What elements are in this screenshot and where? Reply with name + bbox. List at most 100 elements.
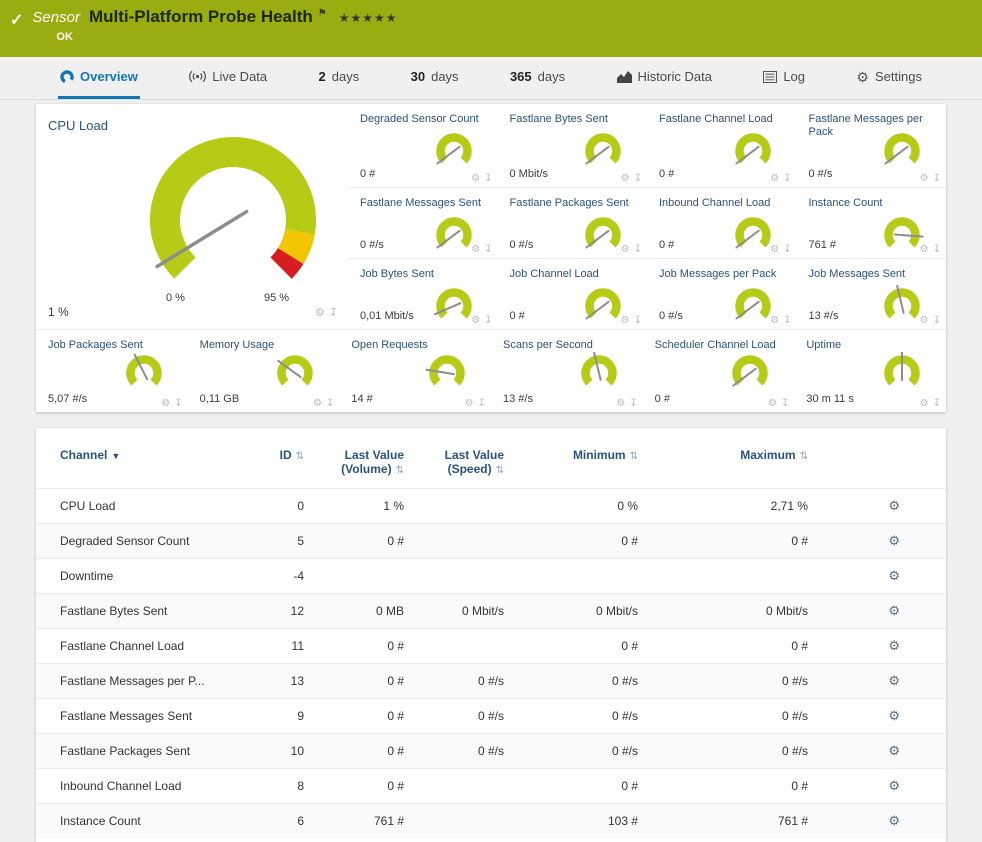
pin-icon[interactable]: ↧ <box>933 398 941 409</box>
gauge-cell: Fastlane Messages Sent0 #/s⚙↧ <box>348 188 498 259</box>
column-label: Last Value (Volume) <box>341 448 404 476</box>
channel-settings-icon[interactable]: ⚙ <box>888 568 900 583</box>
gauge-cell-cpu-load: CPU Load 0 % 95 % 1 % ⚙ ↧ <box>36 104 348 330</box>
pin-icon[interactable]: ↧ <box>329 306 338 319</box>
cell-actions: ⚙↧ <box>471 244 492 255</box>
tab-30-days[interactable]: 30 days <box>409 57 461 99</box>
column-header-minimum[interactable]: Minimum⇅ <box>516 428 666 489</box>
gauge <box>432 130 476 179</box>
gear-icon[interactable]: ⚙ <box>621 315 630 326</box>
pin-icon[interactable]: ↧ <box>783 315 791 326</box>
cell-volume: 0 # <box>316 664 416 699</box>
column-header-id[interactable]: ID⇅ <box>246 428 316 489</box>
cell-actions: ⚙ <box>836 559 946 594</box>
gear-icon[interactable]: ⚙ <box>465 398 474 409</box>
column-header-last-value-volume[interactable]: Last Value (Volume)⇅ <box>316 428 416 489</box>
tab-365-days[interactable]: 365 days <box>508 57 567 99</box>
pin-icon[interactable]: ↧ <box>783 173 791 184</box>
tab-historic-data[interactable]: Historic Data <box>615 57 714 99</box>
gear-icon[interactable]: ⚙ <box>770 173 779 184</box>
tab-label: days <box>431 69 458 84</box>
gauge-title: Job Messages per Pack <box>647 259 797 281</box>
channel-settings-icon[interactable]: ⚙ <box>888 603 900 618</box>
gear-icon[interactable]: ⚙ <box>621 173 630 184</box>
gear-icon[interactable]: ⚙ <box>621 244 630 255</box>
channel-settings-icon[interactable]: ⚙ <box>888 533 900 548</box>
pin-icon[interactable]: ↧ <box>484 173 492 184</box>
column-header-last-value-speed[interactable]: Last Value (Speed)⇅ <box>416 428 516 489</box>
channel-settings-icon[interactable]: ⚙ <box>888 778 900 793</box>
cell-actions: ⚙↧ <box>920 173 941 184</box>
channel-row[interactable]: Inbound Channel Load80 #0 #0 #⚙ <box>36 769 946 804</box>
channel-row[interactable]: Degraded Sensor Count50 #0 #0 #⚙ <box>36 524 946 559</box>
gauge-value: 13 #/s <box>809 310 839 322</box>
gear-icon[interactable]: ⚙ <box>315 306 325 319</box>
pin-icon[interactable]: ↧ <box>933 173 941 184</box>
channel-settings-icon[interactable]: ⚙ <box>888 708 900 723</box>
tab-settings[interactable]: ⚙ Settings <box>854 57 924 99</box>
tab-overview[interactable]: Overview <box>58 57 140 99</box>
column-header-maximum[interactable]: Maximum⇅ <box>666 428 836 489</box>
channel-row[interactable]: Instance Count6761 #103 #761 #⚙ <box>36 804 946 839</box>
pin-icon[interactable]: ↧ <box>484 315 492 326</box>
gear-icon[interactable]: ⚙ <box>920 315 929 326</box>
pin-icon[interactable]: ↧ <box>933 315 941 326</box>
gear-icon[interactable]: ⚙ <box>770 315 779 326</box>
channel-row[interactable]: Fastlane Messages per P...130 #0 #/s0 #/… <box>36 664 946 699</box>
priority-stars[interactable]: ★★★★★ <box>339 11 398 25</box>
cell-max <box>666 559 836 594</box>
cell-min: 0 # <box>516 769 666 804</box>
gear-icon[interactable]: ⚙ <box>770 244 779 255</box>
channel-settings-icon[interactable]: ⚙ <box>888 498 900 513</box>
gear-icon[interactable]: ⚙ <box>313 398 322 409</box>
gauge-cell: Scheduler Channel Load0 #⚙↧ <box>643 330 795 412</box>
gear-icon[interactable]: ⚙ <box>616 398 625 409</box>
pin-icon[interactable]: ↧ <box>174 398 182 409</box>
status-badge: OK <box>56 31 397 43</box>
gauge <box>122 352 166 401</box>
gear-icon[interactable]: ⚙ <box>768 398 777 409</box>
cell-speed <box>416 524 516 559</box>
gauge <box>432 285 476 330</box>
gear-icon[interactable]: ⚙ <box>920 244 929 255</box>
pin-icon[interactable]: ↧ <box>629 398 637 409</box>
channel-settings-icon[interactable]: ⚙ <box>888 638 900 653</box>
pin-icon[interactable]: ↧ <box>634 244 642 255</box>
gear-icon[interactable]: ⚙ <box>471 315 480 326</box>
gauge <box>731 285 775 330</box>
channel-row[interactable]: Fastlane Bytes Sent120 MB0 Mbit/s0 Mbit/… <box>36 594 946 629</box>
pin-icon[interactable]: ↧ <box>478 398 486 409</box>
pin-icon[interactable]: ↧ <box>933 244 941 255</box>
channel-row[interactable]: CPU Load01 %0 %2,71 %⚙ <box>36 489 946 524</box>
pin-icon[interactable]: ↧ <box>783 244 791 255</box>
pin-icon[interactable]: ↧ <box>781 398 789 409</box>
tab-live-data[interactable]: Live Data <box>187 57 269 99</box>
channel-settings-icon[interactable]: ⚙ <box>888 813 900 828</box>
pin-icon[interactable]: ↧ <box>484 244 492 255</box>
gauge-value: 0,01 Mbit/s <box>360 310 414 322</box>
column-header-channel[interactable]: Channel▼ <box>36 428 246 489</box>
gear-icon[interactable]: ⚙ <box>471 173 480 184</box>
gear-icon[interactable]: ⚙ <box>920 173 929 184</box>
channel-row[interactable]: Downtime-4⚙ <box>36 559 946 594</box>
cpu-load-gauge <box>118 132 348 297</box>
channel-settings-icon[interactable]: ⚙ <box>888 673 900 688</box>
pin-icon[interactable]: ↧ <box>326 398 334 409</box>
cell-speed <box>416 559 516 594</box>
tab-log[interactable]: Log <box>761 57 807 99</box>
channel-row[interactable]: Fastlane Channel Load110 #0 #0 #⚙ <box>36 629 946 664</box>
channel-settings-icon[interactable]: ⚙ <box>888 743 900 758</box>
pin-icon[interactable]: ↧ <box>634 173 642 184</box>
channel-row[interactable]: Fastlane Packages Sent100 #0 #/s0 #/s0 #… <box>36 734 946 769</box>
cell-actions: ⚙ <box>836 489 946 524</box>
flag-icon[interactable]: ⚑ <box>318 8 327 19</box>
gauge-value: 0 # <box>659 168 674 180</box>
channel-row[interactable]: Fastlane Messages Sent90 #0 #/s0 #/s0 #/… <box>36 699 946 734</box>
cell-actions: ⚙ <box>836 594 946 629</box>
gear-icon[interactable]: ⚙ <box>471 244 480 255</box>
gear-icon[interactable]: ⚙ <box>161 398 170 409</box>
gear-icon[interactable]: ⚙ <box>920 398 929 409</box>
tab-2-days[interactable]: 2 days <box>317 57 362 99</box>
pin-icon[interactable]: ↧ <box>634 315 642 326</box>
cell-max: 2,71 % <box>666 489 836 524</box>
